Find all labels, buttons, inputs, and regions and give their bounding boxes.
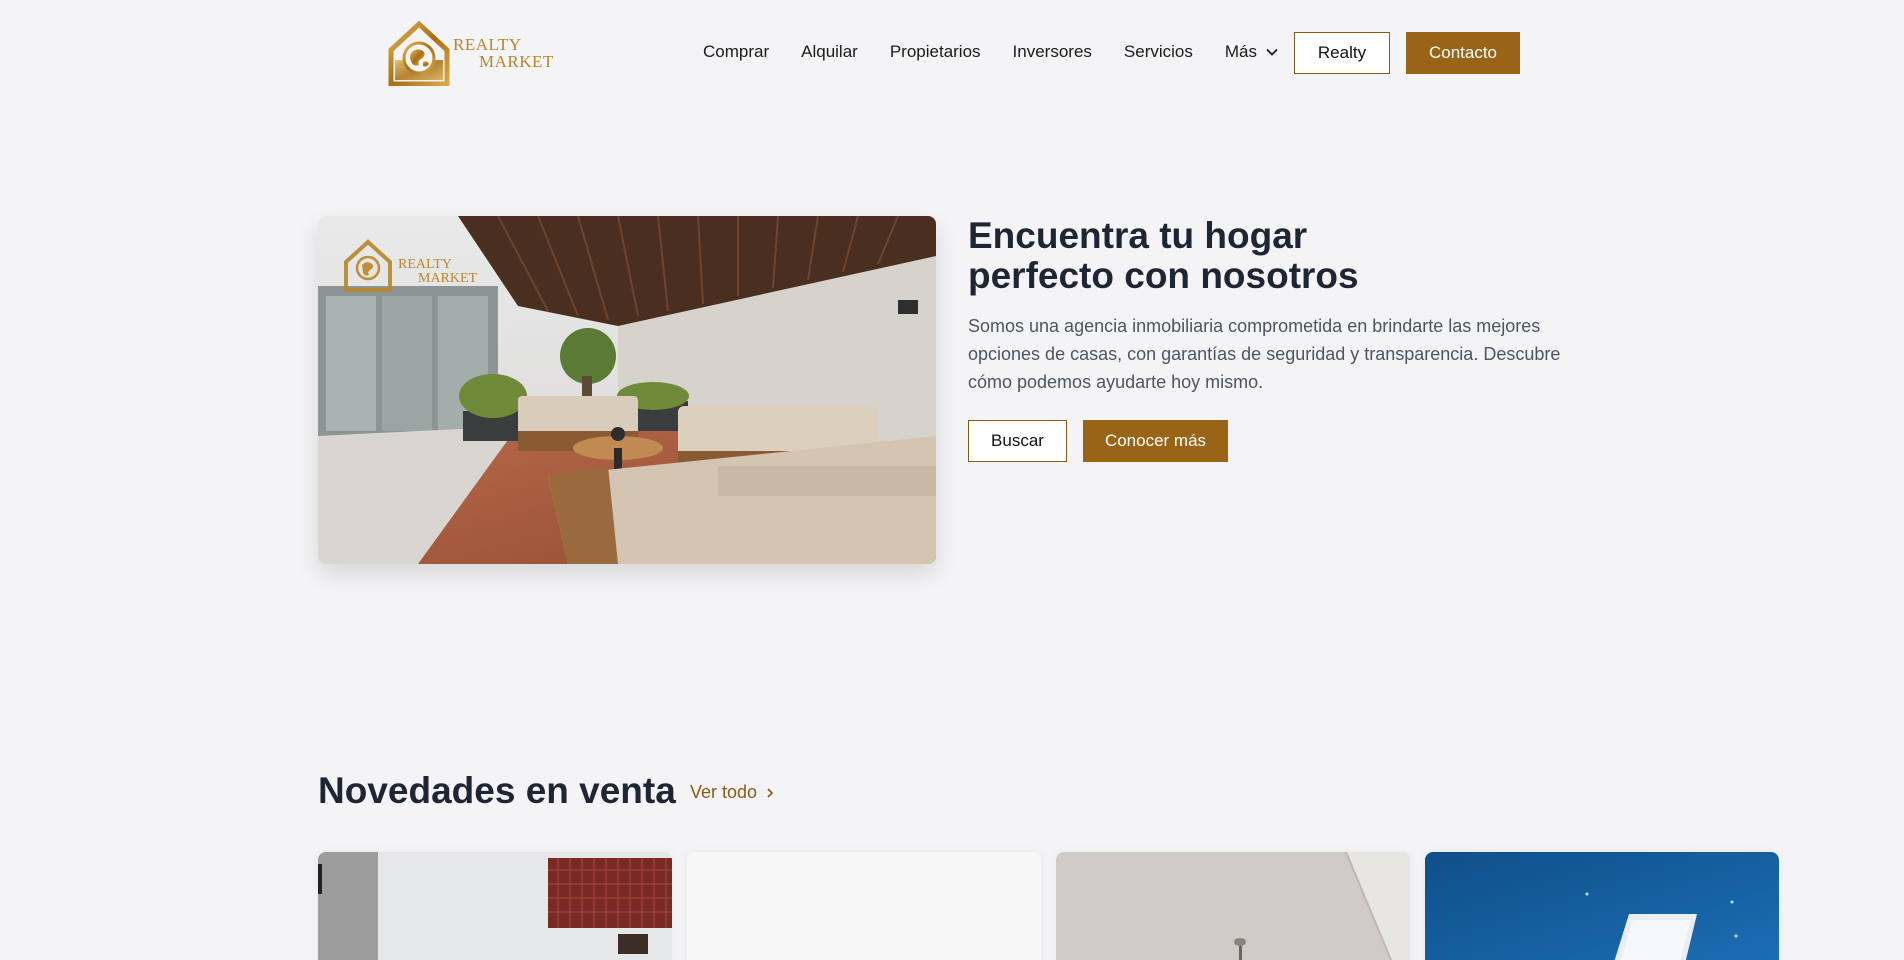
nav-item-propietarios[interactable]: Propietarios	[890, 42, 981, 62]
learn-more-button[interactable]: Conocer más	[1083, 420, 1228, 462]
nav-item-label: Alquilar	[801, 42, 858, 61]
brand-name-line1: REALTY	[453, 35, 522, 54]
nav-item-alquilar[interactable]: Alquilar	[801, 42, 858, 62]
hero-description: Somos una agencia inmobiliaria compromet…	[968, 316, 1561, 392]
listing-cards	[318, 852, 1779, 960]
nav-item-label: Propietarios	[889, 42, 981, 61]
section-title: Novedades en venta	[318, 770, 676, 811]
realty-button[interactable]: Realty	[1294, 32, 1390, 74]
main-nav: Comprar Alquilar Propietarios Inversores…	[703, 0, 1311, 104]
hero-title: Encuentra tu hogar perfecto con nosotros	[968, 215, 1359, 296]
listing-card[interactable]	[318, 852, 672, 960]
watermark-text-line2: MARKET	[418, 271, 478, 286]
brand-logo[interactable]: REALTY MARKET	[387, 20, 555, 86]
nav-item-inversores[interactable]: Inversores	[1013, 42, 1092, 62]
contact-button[interactable]: Contacto	[1406, 32, 1520, 74]
listing-card[interactable]	[687, 852, 1041, 960]
nav-item-mas-dropdown[interactable]: Más	[1225, 42, 1279, 62]
brand-name-line2: MARKET	[479, 52, 554, 71]
watermark-text-line1: REALTY	[398, 257, 452, 272]
nav-item-label: Comprar	[703, 42, 770, 61]
brand-name: REALTY MARKET	[453, 36, 554, 70]
hero-actions: Buscar Conocer más	[968, 420, 1228, 462]
listing-card[interactable]	[1056, 852, 1410, 960]
nav-item-label: Inversores	[1012, 42, 1092, 61]
listing-card[interactable]	[1425, 852, 1779, 960]
see-all-label: Ver todo	[690, 782, 758, 802]
nav-item-servicios[interactable]: Servicios	[1124, 42, 1193, 62]
listing-photo	[1425, 852, 1779, 960]
listing-photo	[318, 852, 672, 960]
nav-item-label: Servicios	[1123, 42, 1193, 61]
chevron-right-icon	[767, 787, 774, 798]
chevron-down-icon	[1266, 48, 1278, 56]
listing-photo	[1056, 852, 1410, 960]
see-all-link[interactable]: Ver todo	[690, 782, 775, 803]
listing-photo-placeholder	[687, 852, 1041, 960]
house-globe-logo-icon	[388, 20, 450, 86]
search-button[interactable]: Buscar	[968, 420, 1067, 462]
nav-item-label: Más	[1224, 42, 1258, 61]
site-header: REALTY MARKET Comprar Alquilar Propietar…	[0, 0, 1904, 104]
nav-item-comprar[interactable]: Comprar	[703, 42, 769, 62]
hero-patio-photo: REALTY MARKET	[318, 216, 936, 564]
hero-image: REALTY MARKET	[318, 216, 936, 564]
